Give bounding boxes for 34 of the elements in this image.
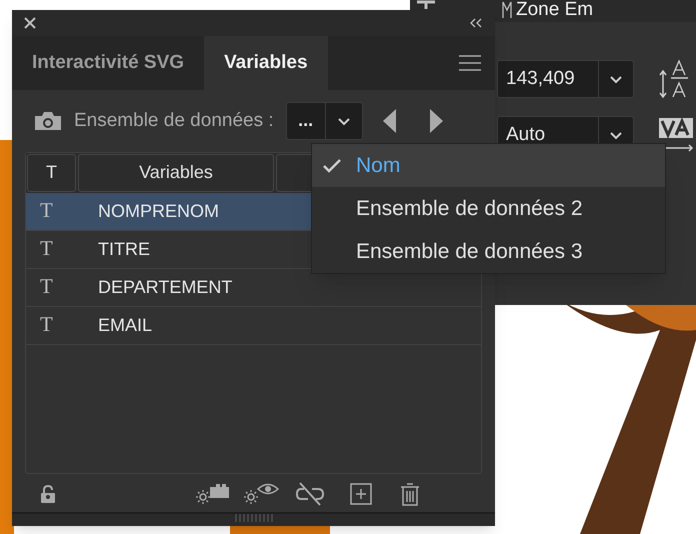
variable-name: NOMPRENOM xyxy=(98,200,219,223)
unlock-icon[interactable] xyxy=(40,485,56,504)
leading-icon[interactable] xyxy=(658,58,690,100)
gear-block-icon[interactable] xyxy=(196,483,230,506)
unlink-icon[interactable] xyxy=(296,482,324,506)
type-icon: T xyxy=(26,271,70,303)
type-icon: T xyxy=(26,233,70,265)
add-icon[interactable] xyxy=(350,483,372,506)
trash-icon[interactable] xyxy=(400,482,420,506)
close-icon[interactable] xyxy=(24,16,36,29)
dataset-dropdown[interactable]: ... xyxy=(286,102,363,140)
variable-name: TITRE xyxy=(98,238,150,261)
panel-tab[interactable]: Variables xyxy=(204,36,328,90)
next-arrow-icon[interactable] xyxy=(428,108,443,133)
dataset-label: Ensemble de données : xyxy=(74,108,274,133)
font-style-label: Zone Em xyxy=(516,0,594,20)
menu-icon[interactable] xyxy=(459,54,481,71)
type-icon: T xyxy=(26,195,70,227)
variable-name: DEPARTEMENT xyxy=(98,276,232,299)
checkmark-icon xyxy=(322,158,342,174)
variable-row[interactable]: T EMAIL xyxy=(26,306,481,345)
column-header[interactable]: T xyxy=(27,154,76,192)
variable-name: EMAIL xyxy=(98,314,152,337)
glyph-icon[interactable] xyxy=(502,0,512,20)
collapse-icon[interactable] xyxy=(469,18,483,28)
type-icon: T xyxy=(26,309,70,341)
menu-item[interactable]: Nom xyxy=(312,144,665,187)
camera-icon[interactable] xyxy=(34,110,62,131)
column-header[interactable]: Variables xyxy=(78,154,274,192)
combo-field[interactable]: 143,409 xyxy=(497,60,634,98)
text-tool-icon[interactable] xyxy=(415,0,437,9)
gear-eye-icon[interactable] xyxy=(244,483,280,506)
resize-grip-icon[interactable] xyxy=(234,514,272,522)
previous-arrow-icon[interactable] xyxy=(382,108,397,133)
